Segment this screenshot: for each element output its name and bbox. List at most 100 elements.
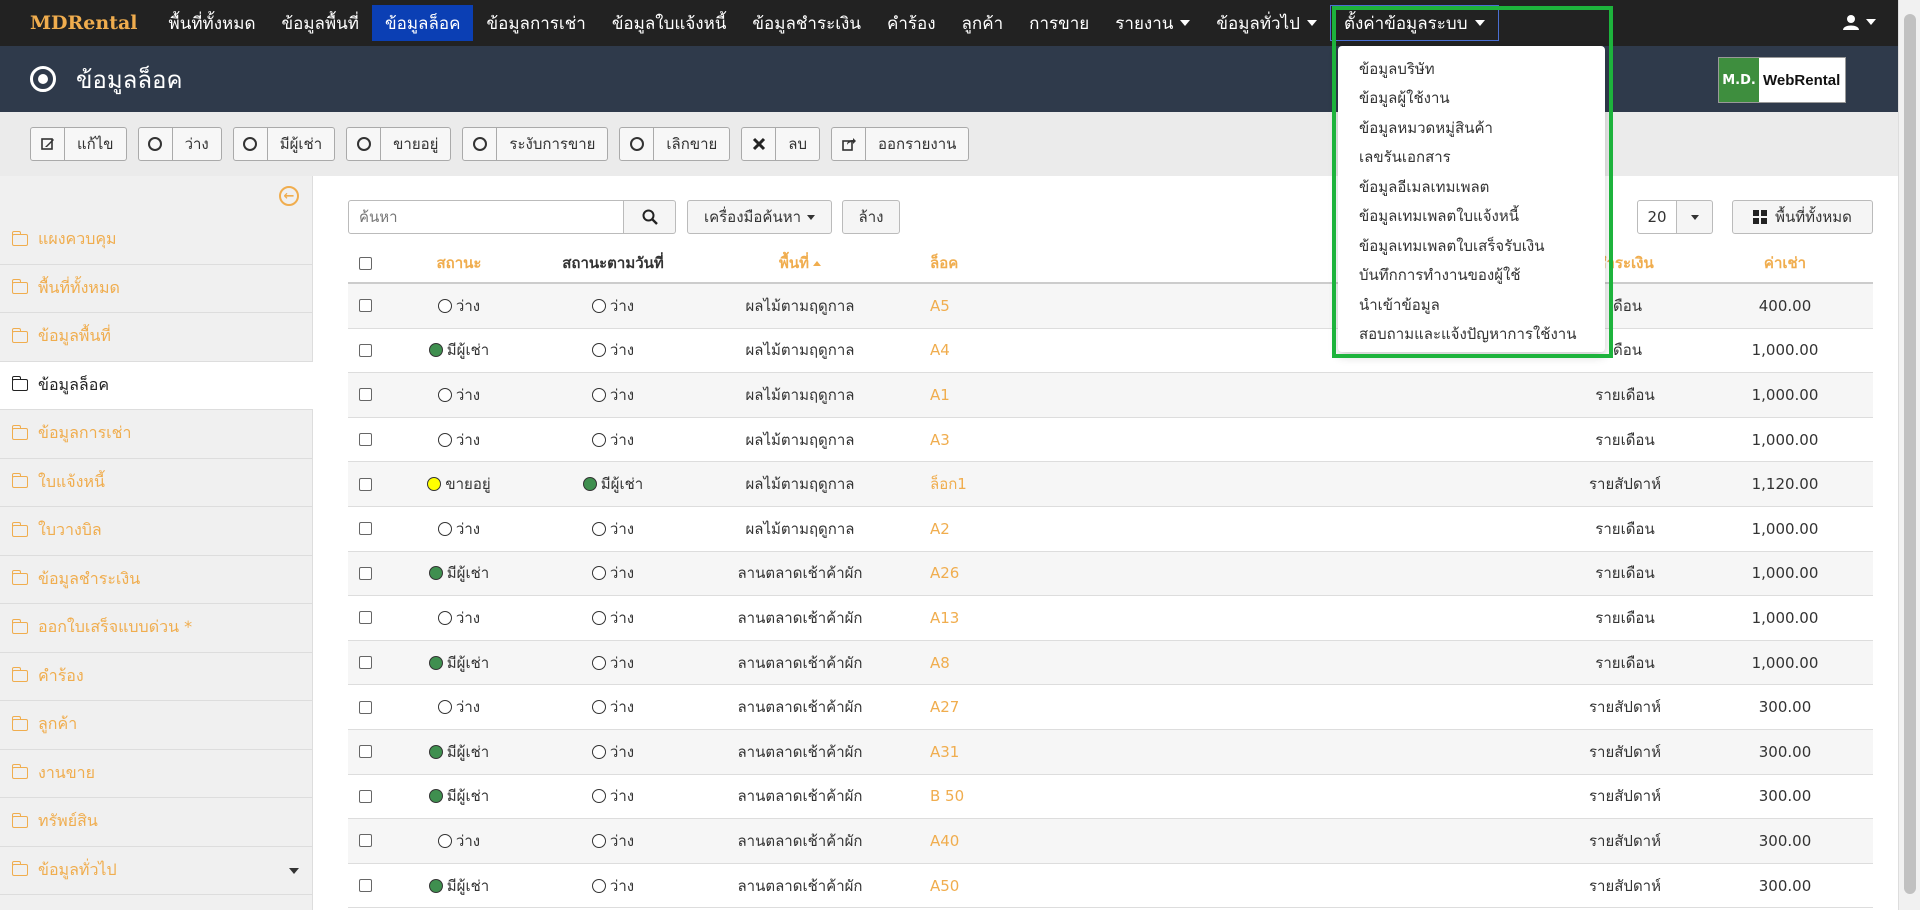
toolbar-button-6[interactable]: ลบ bbox=[741, 127, 821, 161]
lock-link[interactable]: A2 bbox=[910, 520, 1540, 538]
dropdown-item-2[interactable]: ข้อมูลหมวดหมู่สินค้า bbox=[1338, 113, 1605, 143]
row-checkbox[interactable] bbox=[358, 433, 372, 447]
select-all-checkbox[interactable] bbox=[358, 256, 372, 270]
search-button[interactable] bbox=[624, 200, 676, 234]
lock-link[interactable]: B 50 bbox=[910, 787, 1540, 805]
column-header-status-date[interactable]: สถานะตามวันที่ bbox=[536, 251, 690, 275]
lock-link[interactable]: A50 bbox=[910, 877, 1540, 895]
row-checkbox[interactable] bbox=[358, 879, 372, 893]
sidebar-item-8[interactable]: ออกใบเสร็จแบบด่วน * bbox=[0, 604, 313, 653]
sidebar-item-13[interactable]: ข้อมูลทั่วไป bbox=[0, 847, 313, 895]
nav-item-11[interactable]: ตั้งค่าข้อมูลระบบ bbox=[1329, 5, 1499, 41]
clear-button[interactable]: ล้าง bbox=[842, 200, 900, 234]
column-header-area[interactable]: พื้นที่ bbox=[690, 251, 910, 275]
nav-item-10[interactable]: ข้อมูลทั่วไป bbox=[1203, 5, 1330, 41]
dropdown-item-4[interactable]: ข้อมูลอีเมลเทมเพลต bbox=[1338, 172, 1605, 202]
nav-item-7[interactable]: ลูกค้า bbox=[949, 5, 1017, 41]
dropdown-item-9[interactable]: สอบถามและแจ้งปัญหาการใช้งาน bbox=[1338, 320, 1605, 350]
dropdown-item-7[interactable]: บันทึกการทำงานของผู้ใช้ bbox=[1338, 261, 1605, 291]
table-row[interactable]: มีผู้เช่า ว่าง ลานตลาดเช้าค้าผัก A8 รายเดือน… bbox=[348, 640, 1873, 686]
dropdown-item-1[interactable]: ข้อมูลผู้ใช้งาน bbox=[1338, 84, 1605, 114]
nav-item-0[interactable]: พื้นที่ทั้งหมด bbox=[156, 5, 269, 41]
table-row[interactable]: ว่าง ว่าง ผลไม้ตามฤดูกาล A2 รายเดือน 1,000.00 bbox=[348, 507, 1873, 552]
table-row[interactable]: มีผู้เช่า ว่าง ลานตลาดเช้าค้าผัก A50 รายสัปด… bbox=[348, 864, 1873, 909]
sidebar-item-5[interactable]: ใบแจ้งหนี้ bbox=[0, 459, 313, 507]
toolbar-button-1[interactable]: ว่าง bbox=[137, 127, 222, 161]
row-checkbox[interactable] bbox=[358, 745, 372, 759]
user-menu[interactable] bbox=[1843, 14, 1876, 30]
row-checkbox[interactable] bbox=[358, 477, 372, 491]
page-scrollbar[interactable] bbox=[1898, 0, 1920, 910]
all-areas-button[interactable]: พื้นที่ทั้งหมด bbox=[1732, 200, 1873, 234]
table-row[interactable]: ว่าง ว่าง ผลไม้ตามฤดูกาล A3 รายเดือน 1,000.00 bbox=[348, 418, 1873, 463]
sidebar-item-6[interactable]: ใบวางบิล bbox=[0, 507, 313, 556]
column-header-rent[interactable]: ค่าเช่า bbox=[1710, 251, 1860, 275]
caret-down-icon[interactable] bbox=[289, 868, 299, 874]
dropdown-item-6[interactable]: ข้อมูลเทมเพลตใบเสร็จรับเงิน bbox=[1338, 231, 1605, 261]
brand-logo[interactable]: MDRental bbox=[0, 12, 156, 34]
table-row[interactable]: ว่าง ว่าง ลานตลาดเช้าค้าผัก A27 รายสัปดาห์ 30… bbox=[348, 685, 1873, 730]
lock-link[interactable]: A3 bbox=[910, 431, 1540, 449]
search-tools-button[interactable]: เครื่องมือค้นหา bbox=[687, 200, 832, 234]
row-checkbox[interactable] bbox=[358, 522, 372, 536]
table-row[interactable]: มีผู้เช่า ว่าง ลานตลาดเช้าค้าผัก A31 รายสัปด… bbox=[348, 729, 1873, 775]
nav-item-6[interactable]: คำร้อง bbox=[874, 5, 949, 41]
column-header-status[interactable]: สถานะ bbox=[382, 251, 536, 275]
table-row[interactable]: ว่าง ว่าง ลานตลาดเช้าค้าผัก A13 รายเดือน 1,00… bbox=[348, 596, 1873, 641]
lock-link[interactable]: A27 bbox=[910, 698, 1540, 716]
search-input[interactable] bbox=[348, 200, 624, 234]
sidebar-item-11[interactable]: งานขาย bbox=[0, 750, 313, 798]
table-row[interactable]: มีผู้เช่า ว่าง ลานตลาดเช้าค้าผัก A26 รายเดือ… bbox=[348, 551, 1873, 597]
lock-link[interactable]: A26 bbox=[910, 564, 1540, 582]
sidebar-item-0[interactable]: แผงควบคุม bbox=[0, 216, 313, 265]
page-size-toggle[interactable] bbox=[1677, 200, 1713, 234]
row-checkbox[interactable] bbox=[358, 700, 372, 714]
lock-link[interactable]: A31 bbox=[910, 743, 1540, 761]
row-checkbox[interactable] bbox=[358, 789, 372, 803]
sidebar-item-4[interactable]: ข้อมูลการเช่า bbox=[0, 410, 313, 459]
lock-link[interactable]: ล็อก1 bbox=[910, 472, 1540, 496]
sidebar-item-2[interactable]: ข้อมูลพื้นที่ bbox=[0, 313, 313, 362]
toolbar-button-3[interactable]: ขายอยู่ bbox=[346, 127, 452, 161]
nav-item-2[interactable]: ข้อมูลล็อค bbox=[372, 5, 474, 41]
page-size-value[interactable]: 20 bbox=[1637, 200, 1677, 234]
row-checkbox[interactable] bbox=[358, 343, 372, 357]
nav-item-3[interactable]: ข้อมูลการเช่า bbox=[473, 5, 598, 41]
dropdown-item-3[interactable]: เลขรันเอกสาร bbox=[1338, 143, 1605, 173]
sidebar-item-12[interactable]: ทรัพย์สิน bbox=[0, 798, 313, 847]
row-checkbox[interactable] bbox=[358, 834, 372, 848]
lock-link[interactable]: A1 bbox=[910, 386, 1540, 404]
dropdown-item-8[interactable]: นำเข้าข้อมูล bbox=[1338, 290, 1605, 320]
lock-link[interactable]: A40 bbox=[910, 832, 1540, 850]
dropdown-item-5[interactable]: ข้อมูลเทมเพลตใบแจ้งหนี้ bbox=[1338, 202, 1605, 232]
row-checkbox[interactable] bbox=[358, 611, 372, 625]
collapse-sidebar-icon[interactable]: ← bbox=[279, 186, 299, 206]
row-checkbox[interactable] bbox=[358, 299, 372, 313]
table-row[interactable]: ขายอยู่ มีผู้เช่า ผลไม้ตามฤดูกาล ล็อก1 รายสั… bbox=[348, 462, 1873, 507]
nav-item-5[interactable]: ข้อมูลชำระเงิน bbox=[739, 5, 874, 41]
toolbar-button-4[interactable]: ระงับการขาย bbox=[462, 127, 609, 161]
table-row[interactable]: มีผู้เช่า ว่าง ลานตลาดเช้าค้าผัก B 50 รายสัป… bbox=[348, 775, 1873, 820]
sidebar-item-10[interactable]: ลูกค้า bbox=[0, 701, 313, 750]
row-checkbox[interactable] bbox=[358, 388, 372, 402]
nav-item-9[interactable]: รายงาน bbox=[1102, 5, 1203, 41]
table-row[interactable]: ว่าง ว่าง ผลไม้ตามฤดูกาล A5 เดือน 400.00 bbox=[348, 284, 1873, 329]
sidebar-item-1[interactable]: พื้นที่ทั้งหมด bbox=[0, 265, 313, 313]
sidebar-item-7[interactable]: ข้อมูลชำระเงิน bbox=[0, 556, 313, 604]
toolbar-button-7[interactable]: ออกรายงาน bbox=[831, 127, 970, 161]
table-row[interactable]: ว่าง ว่าง ลานตลาดเช้าค้าผัก A40 รายสัปดาห์ 30… bbox=[348, 819, 1873, 864]
toolbar-button-0[interactable]: แก้ไข bbox=[30, 127, 127, 161]
nav-item-4[interactable]: ข้อมูลใบแจ้งหนี้ bbox=[599, 5, 740, 41]
lock-link[interactable]: A13 bbox=[910, 609, 1540, 627]
toolbar-button-5[interactable]: เลิกขาย bbox=[619, 127, 731, 161]
nav-item-8[interactable]: การขาย bbox=[1016, 5, 1102, 41]
page-size-select[interactable]: 20 bbox=[1637, 200, 1713, 234]
toolbar-button-2[interactable]: มีผู้เช่า bbox=[232, 127, 336, 161]
table-row[interactable]: มีผู้เช่า ว่าง ผลไม้ตามฤดูกาล A4 เดือน 1,000.… bbox=[348, 329, 1873, 374]
dropdown-item-0[interactable]: ข้อมูลบริษัท bbox=[1338, 54, 1605, 84]
lock-link[interactable]: A8 bbox=[910, 654, 1540, 672]
row-checkbox[interactable] bbox=[358, 566, 372, 580]
row-checkbox[interactable] bbox=[358, 656, 372, 670]
sidebar-item-9[interactable]: คำร้อง bbox=[0, 653, 313, 701]
scrollbar-thumb[interactable] bbox=[1904, 14, 1916, 894]
